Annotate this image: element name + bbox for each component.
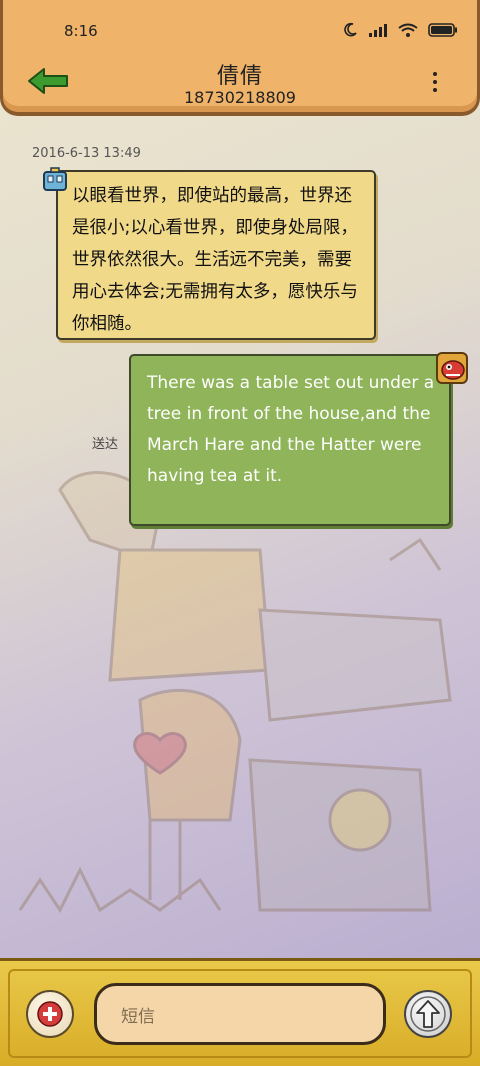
- battery-icon: [428, 23, 457, 37]
- status-bar: 8:16: [0, 0, 480, 58]
- send-button[interactable]: [404, 990, 452, 1038]
- user-avatar-monster-icon: [436, 352, 468, 384]
- status-icons: [342, 22, 458, 38]
- message-timestamp: 2016-6-13 13:49: [32, 146, 141, 161]
- wifi-icon: [398, 23, 418, 37]
- message-input[interactable]: 短信: [94, 983, 386, 1045]
- send-arrow-up-icon: [410, 996, 446, 1032]
- more-vert-icon: [431, 72, 439, 92]
- delivery-status: 送达: [92, 437, 119, 452]
- add-attachment-button[interactable]: [26, 990, 74, 1038]
- plus-icon: [37, 1001, 63, 1027]
- more-options-button[interactable]: [431, 70, 439, 94]
- status-time: 8:16: [64, 22, 98, 40]
- contact-avatar-robot-icon: [43, 167, 67, 191]
- contact-name: 倩倩: [216, 64, 263, 89]
- moon-icon: [344, 22, 357, 37]
- incoming-message-bubble[interactable]: 以眼看世界，即使站的最高，世界还是很小;以心看世界，即使身处局限，世界依然很大。…: [56, 170, 376, 340]
- signal-icon: [369, 24, 387, 37]
- contact-phone-number: 18730218809: [184, 88, 296, 107]
- outgoing-message-bubble[interactable]: There was a table set out under a tree i…: [129, 354, 451, 526]
